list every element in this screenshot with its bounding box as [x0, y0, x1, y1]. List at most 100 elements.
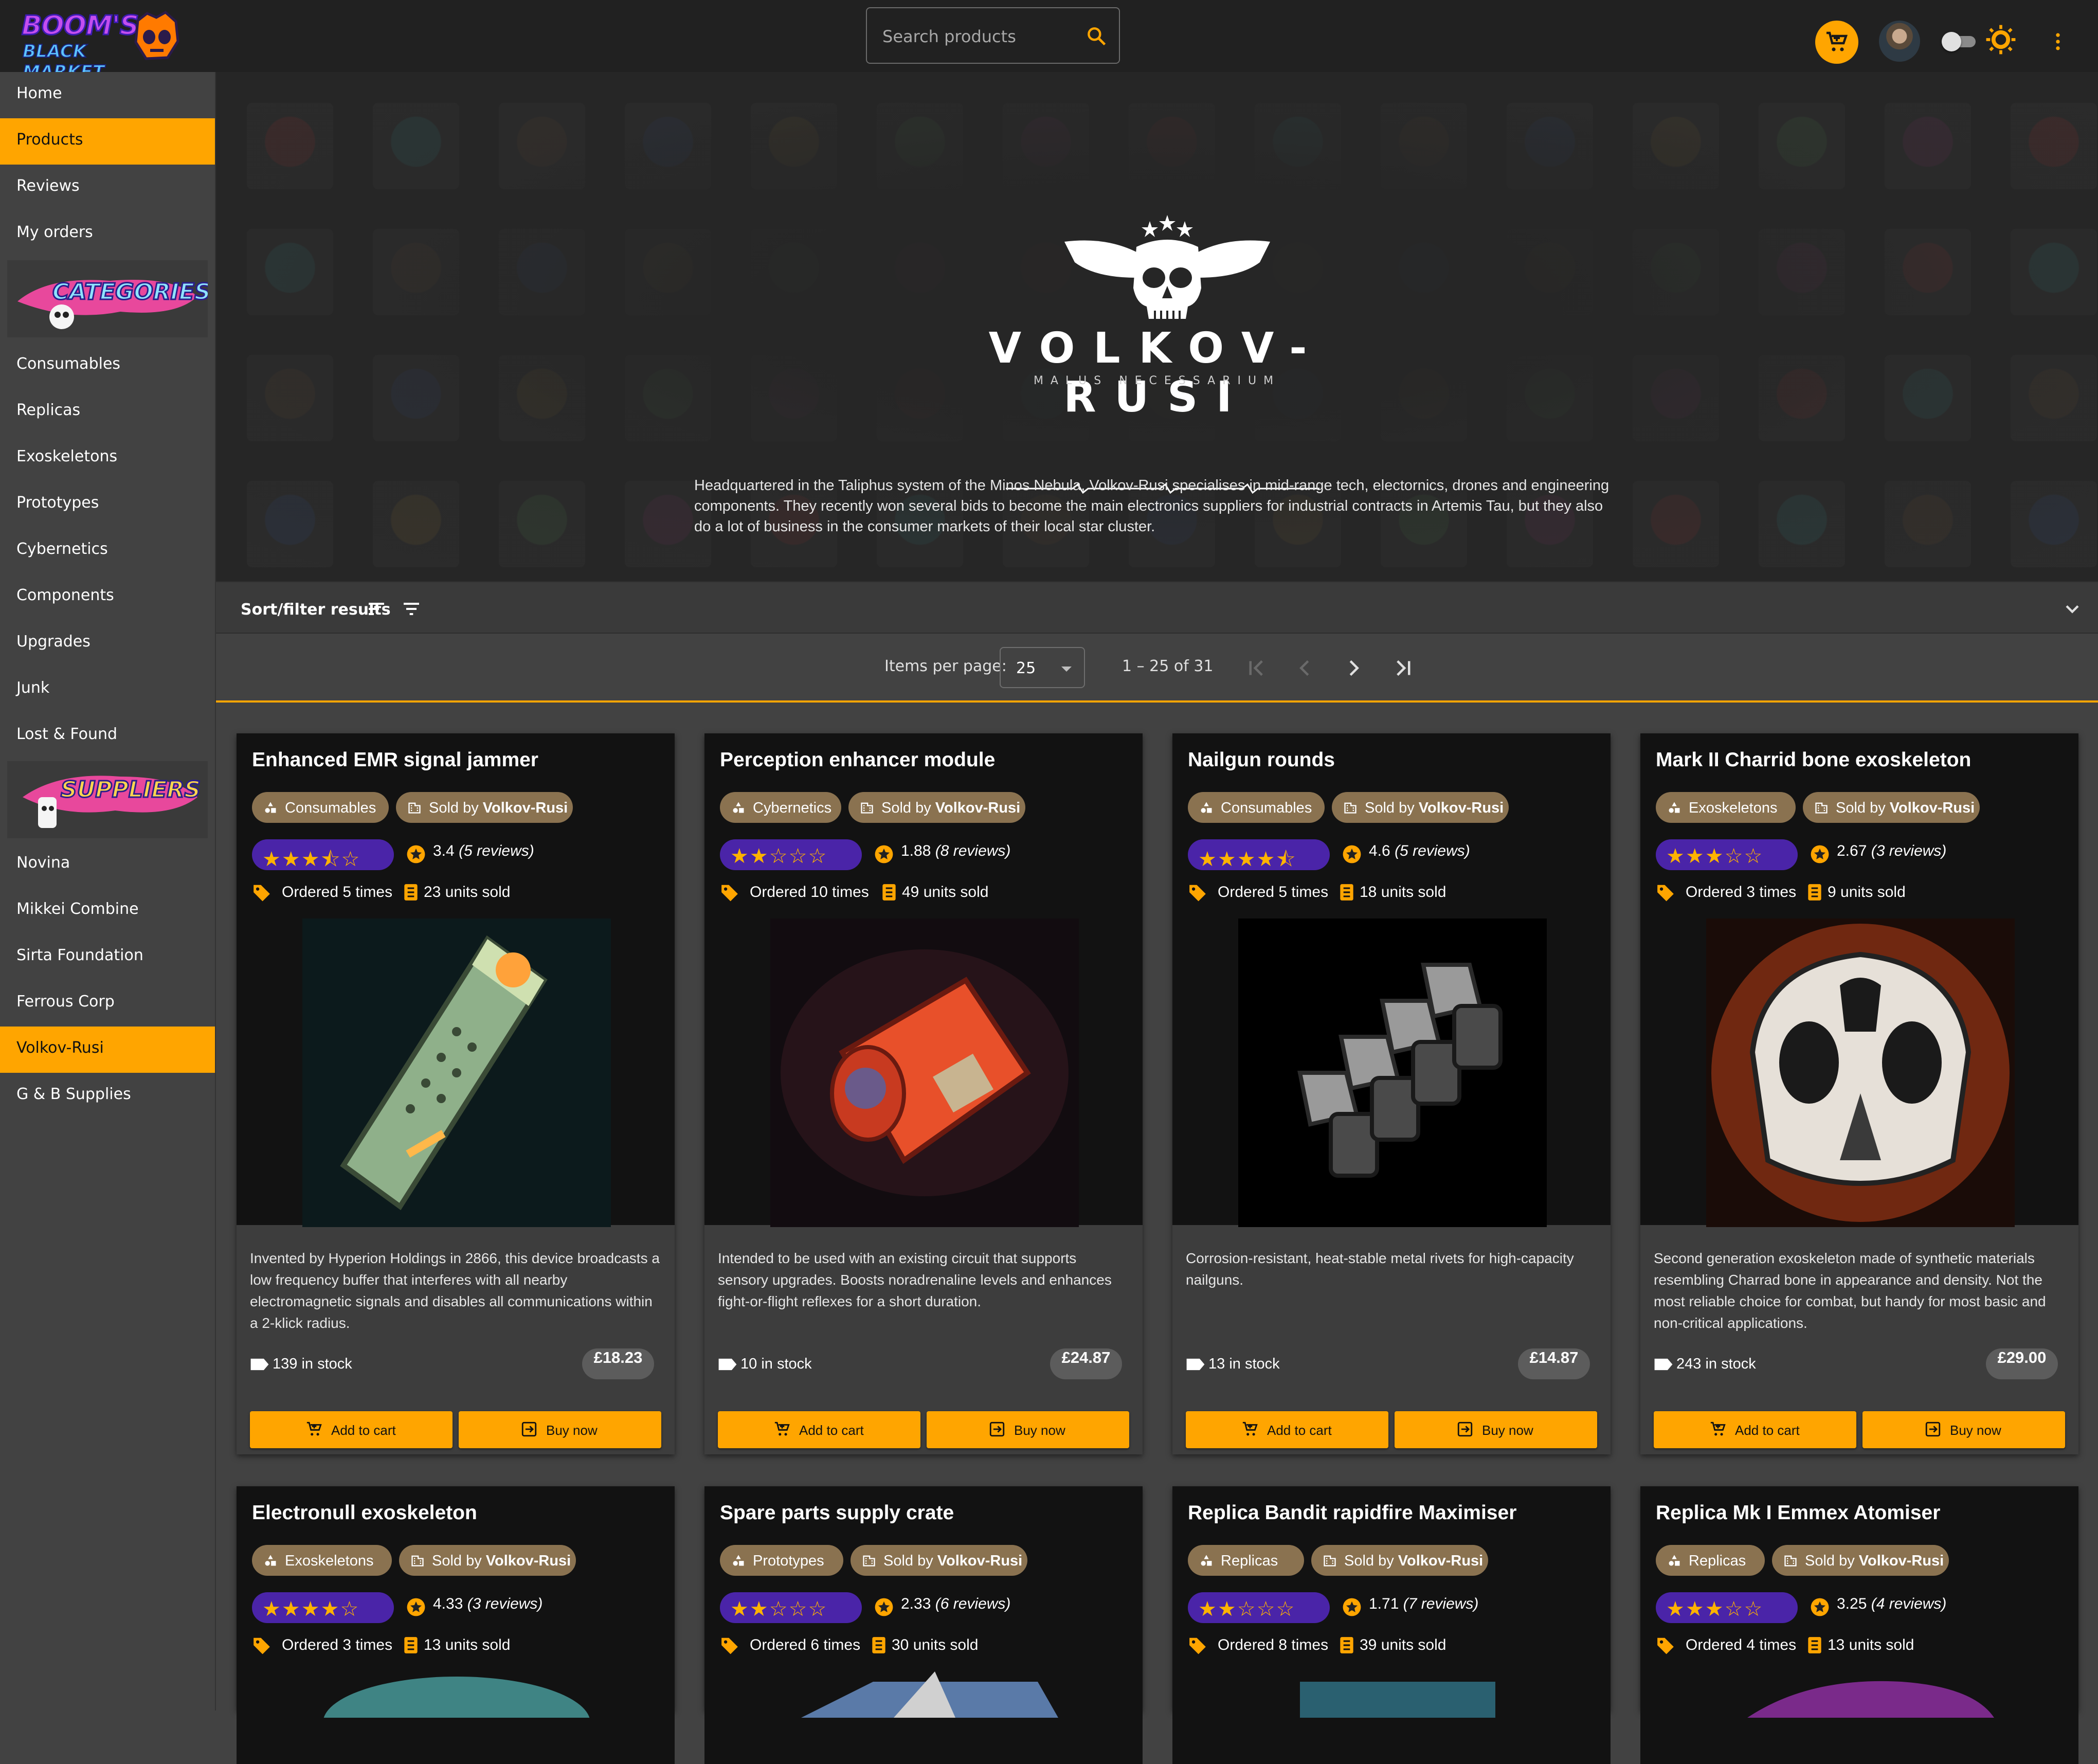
search-box[interactable]	[866, 7, 1120, 64]
nav-supplier-novina[interactable]: Novina	[0, 841, 215, 888]
rating-value: 1.88	[901, 842, 931, 859]
card-header	[1640, 1486, 2078, 1764]
chevron-down-icon[interactable]	[2061, 598, 2084, 620]
items-per-page-select[interactable]: 25	[1000, 647, 1085, 688]
site-logo[interactable]: BOOM'S BLACK MARKET	[19, 6, 179, 83]
product-title[interactable]: Spare parts supply crate	[720, 1502, 954, 1524]
building-icon	[1815, 802, 1828, 814]
sort-icon[interactable]	[366, 599, 387, 619]
sold-by-label: Sold by	[1344, 1553, 1394, 1569]
order-count: Ordered 6 times	[750, 1636, 861, 1653]
product-card[interactable]: Replica Bandit rapidfire Maximiser Replic…	[1172, 1486, 1611, 1764]
supply-crate-art	[801, 1671, 1058, 1718]
supplier-chip[interactable]: Sold by Volkov-Rusi	[1772, 1545, 1949, 1576]
product-card[interactable]: Nailgun rounds Consumables Sold by Volkov-…	[1172, 733, 1611, 1454]
nav-category-lost-found[interactable]: Lost & Found	[0, 713, 215, 759]
product-card[interactable]: Perception enhancer module Cybernetics Sol…	[704, 733, 1143, 1454]
category-chip[interactable]: Consumables	[252, 792, 389, 823]
sort-filter-bar[interactable]: Sort/filter results	[216, 581, 2098, 634]
nav-supplier-g-b-supplies[interactable]: G & B Supplies	[0, 1073, 215, 1119]
product-card[interactable]: Electronull exoskeleton Exoskeletons Sold …	[237, 1486, 675, 1764]
nav-reviews[interactable]: Reviews	[0, 165, 215, 211]
nav-products[interactable]: Products	[0, 118, 215, 165]
nav-category-replicas[interactable]: Replicas	[0, 389, 215, 435]
product-title[interactable]: Electronull exoskeleton	[252, 1502, 477, 1524]
add-to-cart-button[interactable]: Add to cart	[718, 1411, 920, 1448]
buy-now-button[interactable]: Buy now	[459, 1411, 661, 1448]
product-title[interactable]: Enhanced EMR signal jammer	[252, 749, 538, 771]
supplier-chip[interactable]: Sold by Volkov-Rusi	[848, 792, 1025, 823]
nav-category-cybernetics[interactable]: Cybernetics	[0, 528, 215, 574]
category-chip[interactable]: Exoskeletons	[252, 1545, 392, 1576]
nav-supplier-sirta-foundation[interactable]: Sirta Foundation	[0, 934, 215, 980]
search-icon[interactable]	[1085, 25, 1108, 47]
more-menu-icon[interactable]	[2047, 28, 2069, 56]
category-chip[interactable]: Consumables	[1188, 792, 1325, 823]
product-title[interactable]: Replica Bandit rapidfire Maximiser	[1188, 1502, 1516, 1524]
rating-icon	[407, 845, 425, 863]
supplier-chip[interactable]: Sold by Volkov-Rusi	[1803, 792, 1980, 823]
supplier-chip[interactable]: Sold by Volkov-Rusi	[396, 792, 573, 823]
nav-supplier-mikkei-combine[interactable]: Mikkei Combine	[0, 888, 215, 934]
nav-category-junk[interactable]: Junk	[0, 667, 215, 713]
nav-category-exoskeletons[interactable]: Exoskeletons	[0, 435, 215, 481]
tag-icon	[254, 1637, 270, 1654]
category-chip[interactable]: Prototypes	[720, 1545, 843, 1576]
buy-now-button[interactable]: Buy now	[927, 1411, 1129, 1448]
nav-category-upgrades[interactable]: Upgrades	[0, 620, 215, 667]
rating-stars: ★★☆☆☆	[730, 1597, 828, 1621]
category-chip[interactable]: Replicas	[1188, 1545, 1304, 1576]
category-chip[interactable]: Replicas	[1656, 1545, 1765, 1576]
supplier-chip[interactable]: Sold by Volkov-Rusi	[1332, 792, 1509, 823]
category-chip[interactable]: Exoskeletons	[1656, 792, 1796, 823]
bone-exoskeleton-art	[1706, 919, 2015, 1227]
nav-home[interactable]: Home	[0, 72, 215, 118]
add-cart-icon	[1710, 1421, 1726, 1436]
product-title[interactable]: Replica Mk I Emmex Atomiser	[1656, 1502, 1940, 1524]
add-to-cart-button[interactable]: Add to cart	[1654, 1411, 1856, 1448]
supplier-chip[interactable]: Sold by Volkov-Rusi	[399, 1545, 576, 1576]
supplier-chip[interactable]: Sold by Volkov-Rusi	[851, 1545, 1027, 1576]
supplier-name: Volkov-Rusi	[482, 800, 568, 816]
add-to-cart-button[interactable]: Add to cart	[1186, 1411, 1388, 1448]
building-icon	[863, 1555, 875, 1567]
nav-category-components[interactable]: Components	[0, 574, 215, 620]
product-title[interactable]: Nailgun rounds	[1188, 749, 1335, 771]
nav-supplier-ferrous-corp[interactable]: Ferrous Corp	[0, 980, 215, 1027]
product-card[interactable]: Mark II Charrid bone exoskeleton Exoskele…	[1640, 733, 2078, 1454]
product-title[interactable]: Mark II Charrid bone exoskeleton	[1656, 749, 1971, 771]
theme-toggle[interactable]	[1942, 32, 1976, 51]
add-to-cart-button[interactable]: Add to cart	[250, 1411, 453, 1448]
product-card[interactable]: Replica Mk I Emmex Atomiser Replicas Sold …	[1640, 1486, 2078, 1764]
nav-category-prototypes[interactable]: Prototypes	[0, 481, 215, 528]
rating-summary: 2.33 (6 reviews)	[901, 1595, 1010, 1613]
receipt-icon	[1808, 1637, 1821, 1653]
nav-supplier-volkov-rusi[interactable]: Volkov-Rusi	[0, 1027, 215, 1073]
previous-page-icon[interactable]	[1291, 654, 1318, 682]
user-avatar[interactable]	[1879, 21, 1920, 62]
filter-icon[interactable]	[401, 599, 422, 619]
review-count: (6 reviews)	[935, 1595, 1011, 1612]
nav-my-orders[interactable]: My orders	[0, 211, 215, 257]
category-icon	[265, 1555, 276, 1566]
product-card[interactable]: Spare parts supply crate Prototypes Sold b…	[704, 1486, 1143, 1764]
rating-icon	[1811, 1598, 1829, 1616]
nav-category-consumables[interactable]: Consumables	[0, 343, 215, 389]
category-chip[interactable]: Cybernetics	[720, 792, 841, 823]
star-rating: ★★☆☆☆	[720, 839, 862, 870]
product-title[interactable]: Perception enhancer module	[720, 749, 995, 771]
supplier-chip[interactable]: Sold by Volkov-Rusi	[1311, 1545, 1488, 1576]
order-count: Ordered 3 times	[282, 1636, 393, 1653]
product-description: Corrosion-resistant, heat-stable metal r…	[1186, 1250, 1574, 1288]
review-count: (7 reviews)	[1403, 1595, 1479, 1612]
next-page-icon[interactable]	[1340, 654, 1368, 682]
toggle-knob	[1942, 32, 1961, 51]
cart-button[interactable]	[1815, 21, 1858, 64]
product-description: Second generation exoskeleton made of sy…	[1654, 1250, 2046, 1331]
last-page-icon[interactable]	[1389, 654, 1417, 682]
buy-now-button[interactable]: Buy now	[1395, 1411, 1597, 1448]
buy-now-button[interactable]: Buy now	[1862, 1411, 2065, 1448]
product-card[interactable]: Enhanced EMR signal jammer Consumables Sol…	[237, 733, 675, 1454]
search-input[interactable]	[881, 22, 1079, 51]
first-page-icon[interactable]	[1242, 654, 1270, 682]
